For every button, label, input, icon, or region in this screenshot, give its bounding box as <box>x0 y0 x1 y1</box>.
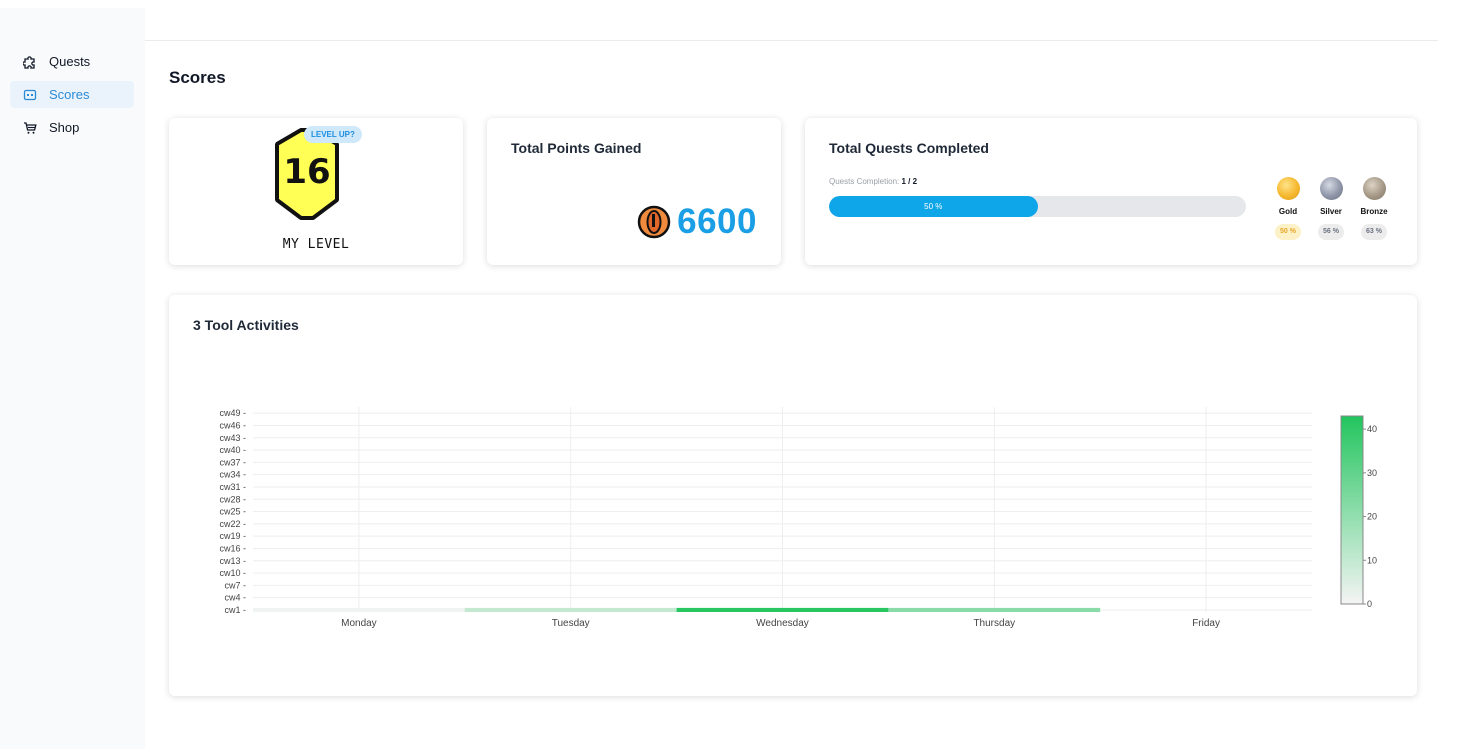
gold-medal-icon <box>1276 177 1300 200</box>
medal-name: Bronze <box>1360 207 1388 216</box>
sidebar-item-label: Shop <box>49 120 80 135</box>
activity-heatmap: cw1 - cw4 - cw7 - cw10 - cw13 - cw16 - cw19 - c… <box>219 407 1377 629</box>
y-tick-label: cw16 - <box>219 543 246 553</box>
medal-name: Silver <box>1320 207 1342 216</box>
y-tick-label: cw7 - <box>224 580 246 590</box>
y-tick-label: cw1 - <box>224 605 246 615</box>
cart-icon <box>22 120 38 136</box>
y-tick-label: cw4 - <box>224 593 246 603</box>
medal-bronze: Bronze 63 % <box>1352 177 1396 240</box>
colorbar-tick-label: 0 <box>1367 599 1372 609</box>
quests-completion-value: 1 / 2 <box>901 177 918 186</box>
x-tick-label: Tuesday <box>552 618 590 629</box>
medal-silver: Silver 56 % <box>1309 177 1353 240</box>
y-tick-label: cw22 - <box>219 519 246 529</box>
quests-progress-text: 50 % <box>924 202 943 211</box>
sidebar-item-shop[interactable]: Shop <box>10 114 134 141</box>
y-tick-label: cw37 - <box>219 457 246 467</box>
medal-gold: Gold 50 % <box>1266 177 1310 240</box>
activities-card: 3 Tool Activities cw1 - cw4 - cw7 - cw10 -c… <box>169 295 1417 696</box>
quests-card: Total Quests Completed Quests Completion… <box>805 118 1417 265</box>
level-up-badge[interactable]: LEVEL UP? <box>304 126 362 143</box>
heatmap-cell <box>253 607 465 612</box>
coin-icon <box>637 205 671 239</box>
x-tick-label: Monday <box>341 618 377 629</box>
level-card: 16 LEVEL UP? MY LEVEL <box>169 118 463 265</box>
heatmap-cell <box>888 607 1101 612</box>
y-tick-label: cw31 - <box>219 482 246 492</box>
scoreboard-icon <box>22 87 38 103</box>
sidebar-item-label: Scores <box>49 87 90 102</box>
silver-medal-icon <box>1319 177 1343 200</box>
heatmap-cell <box>676 607 889 612</box>
y-tick-label: cw40 - <box>219 445 246 455</box>
sidebar: Quests Scores Shop <box>0 8 145 749</box>
medal-percent: 56 % <box>1318 224 1344 240</box>
heatmap-cell <box>464 607 677 612</box>
colorbar-tick-label: 30 <box>1367 468 1377 478</box>
points-title: Total Points Gained <box>511 140 642 156</box>
bronze-medal-icon <box>1362 177 1386 200</box>
y-tick-label: cw25 - <box>219 507 246 517</box>
medal-percent: 50 % <box>1275 224 1301 240</box>
quests-title: Total Quests Completed <box>829 140 989 156</box>
y-tick-label: cw34 - <box>219 470 246 480</box>
level-label: MY LEVEL <box>282 237 350 252</box>
points-display: 6600 <box>637 202 757 242</box>
page-title: Scores <box>169 68 226 87</box>
level-value: 16 <box>283 152 331 192</box>
y-tick-label: cw43 - <box>219 433 246 443</box>
sidebar-item-label: Quests <box>49 54 91 69</box>
y-tick-label: cw10 - <box>219 568 246 578</box>
header-divider <box>145 40 1438 41</box>
y-tick-label: cw46 - <box>219 420 246 430</box>
y-tick-label: cw19 - <box>219 531 246 541</box>
y-tick-label: cw49 - <box>219 408 246 418</box>
colorbar-tick-label: 10 <box>1367 555 1377 565</box>
x-tick-label: Thursday <box>973 618 1015 629</box>
quests-progress-fill: 50 % <box>829 196 1038 217</box>
points-card: Total Points Gained 6600 <box>487 118 781 265</box>
medal-percent: 63 % <box>1361 224 1387 240</box>
colorbar-tick-label: 40 <box>1367 424 1377 434</box>
x-tick-label: Friday <box>1192 618 1220 629</box>
colorbar-tick-label: 20 <box>1367 512 1377 522</box>
sidebar-item-quests[interactable]: Quests <box>10 48 134 75</box>
y-tick-label: cw13 - <box>219 556 246 566</box>
medal-name: Gold <box>1278 207 1298 216</box>
quests-completion-label: Quests Completion: 1 / 2 <box>829 177 918 186</box>
y-tick-label: cw28 - <box>219 494 246 504</box>
colorbar <box>1340 415 1364 605</box>
puzzle-icon <box>22 54 38 70</box>
sidebar-item-scores[interactable]: Scores <box>10 81 134 108</box>
x-tick-label: Wednesday <box>756 618 809 629</box>
quests-progress-bar: 50 % <box>829 196 1246 217</box>
points-value: 6600 <box>677 202 757 241</box>
